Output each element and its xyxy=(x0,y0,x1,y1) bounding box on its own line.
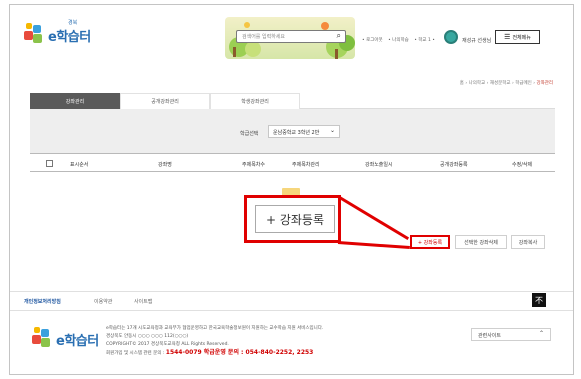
breadcrumb-myschool[interactable]: 나의학교 xyxy=(469,81,486,86)
sitemap-link[interactable]: 사이트맵 xyxy=(134,298,152,305)
footer-line-2: 경상북도 안동시 ○○○ ○○○ 112(○○○) xyxy=(106,334,189,339)
tab-public-course-management[interactable]: 공개강좌관리 xyxy=(120,93,210,109)
copy-course-button[interactable]: 강좌복사 xyxy=(511,235,545,249)
class-filter-panel: 학급선택 운남중학교 3학년 2반 ⌄ xyxy=(30,109,555,154)
breadcrumb-current: 강좌관리 xyxy=(536,81,553,86)
site-header: 경북 e학습터 검색어를 입력하세요 ⌕ • 로그아웃 • 나의학습 • 학교 … xyxy=(10,5,573,61)
breadcrumb: 홈 › 나의학교 › 재성분학교 › 학급메인 › 강좌관리 xyxy=(459,81,553,86)
page-frame: 경북 e학습터 검색어를 입력하세요 ⌕ • 로그아웃 • 나의학습 • 학교 … xyxy=(9,4,574,375)
course-table-header: 표시순서 강좌명 주제목차수 주제목차관리 강좌노출일시 공개강좌등록 수정/삭… xyxy=(30,156,555,172)
footer-line-3: COPYRIGHT© 2017 경상북도교육청 ALL Rights Reser… xyxy=(106,342,229,347)
col-display-order: 표시순서 xyxy=(70,162,89,168)
search-icon[interactable]: ⌕ xyxy=(337,31,341,41)
highlight-connector-line xyxy=(337,195,410,241)
contact-prefix: 회원가입 및 시스템 관련 문의 : xyxy=(106,351,166,356)
logo-text: e학습터 xyxy=(48,30,91,45)
footer-line-1: e학습터는 17개 시도교육청과 교육부가 협업운영하고 한국교육학술정보원이 … xyxy=(106,326,324,331)
user-name: 재성규 선생님 xyxy=(462,38,492,44)
col-course-name: 강좌명 xyxy=(158,162,172,168)
footer-logo-text: e학습터 xyxy=(56,334,99,349)
tab-student-course-management[interactable]: 학생강좌관리 xyxy=(210,93,300,109)
site-logo[interactable]: 경북 e학습터 xyxy=(24,19,99,47)
footer-contact: 회원가입 및 시스템 관련 문의 : 1544-0079 학급운영 문의 : 0… xyxy=(106,349,323,358)
contact-number-1: 1544-0079 학급운영 문의 : xyxy=(165,349,246,356)
col-topic-count: 주제목차수 xyxy=(242,162,266,168)
chevron-up-icon: ⌃ xyxy=(538,330,544,337)
site-footer: e학습터 e학습터는 17개 시도교육청과 교육부가 협업운영하고 한국교육학술… xyxy=(10,310,573,356)
top-links: • 로그아웃 • 나의학습 • 학교 1 • xyxy=(362,37,439,43)
logo-blocks-icon xyxy=(24,23,46,45)
footer-info: e학습터는 17개 시도교육청과 교육부가 협업운영하고 한국교육학술정보원이 … xyxy=(106,325,323,358)
highlight-connector-line xyxy=(337,241,410,250)
school-link[interactable]: • 학교 1 • xyxy=(414,38,435,43)
scroll-top-button[interactable]: 不 xyxy=(532,293,546,307)
all-menu-button[interactable]: ☰ 전체메뉴 xyxy=(495,30,540,44)
class-select-value: 운남중학교 3학년 2반 xyxy=(273,130,320,136)
hamburger-icon: ☰ xyxy=(504,33,511,41)
logo-region: 경북 xyxy=(68,20,78,26)
col-topic-management: 주제목차관리 xyxy=(292,162,320,168)
contact-number-2: 054-840-2252, 2253 xyxy=(245,349,314,356)
breadcrumb-school[interactable]: 재성분학교 xyxy=(490,81,511,86)
privacy-policy-link[interactable]: 개인정보처리방침 xyxy=(24,298,61,305)
footer-logo: e학습터 xyxy=(32,323,102,349)
register-course-button[interactable]: + 강좌등록 xyxy=(410,235,450,249)
col-edit-delete: 수정/삭제 xyxy=(512,162,533,168)
my-learning-link[interactable]: • 나의학습 xyxy=(388,38,409,43)
related-sites-select[interactable]: 관련사이트 ⌃ xyxy=(471,328,551,341)
select-all-checkbox[interactable] xyxy=(46,160,53,167)
class-select[interactable]: 운남중학교 3학년 2반 ⌄ xyxy=(268,125,340,138)
search-placeholder: 검색어를 입력하세요 xyxy=(242,34,285,40)
tab-bar: 강좌관리 공개강좌관리 학생강좌관리 xyxy=(30,93,555,109)
breadcrumb-home[interactable]: 홈 xyxy=(460,81,464,86)
search-input[interactable]: 검색어를 입력하세요 ⌕ xyxy=(236,30,346,43)
breadcrumb-class-main[interactable]: 학급메인 xyxy=(515,81,532,86)
delete-selected-course-button[interactable]: 선택한 강좌삭제 xyxy=(455,235,507,249)
tab-course-management[interactable]: 강좌관리 xyxy=(30,93,120,109)
col-course-exposure: 강좌노출일시 xyxy=(365,162,393,168)
terms-link[interactable]: 이용약관 xyxy=(94,298,112,305)
footer-links: 개인정보처리방침 이용약관 사이트맵 xyxy=(10,291,573,307)
chevron-down-icon: ⌄ xyxy=(329,127,335,134)
col-public-register: 공개강좌등록 xyxy=(440,162,468,168)
footer-logo-mark: e학습터 xyxy=(32,323,107,351)
all-menu-label: 전체메뉴 xyxy=(512,34,531,41)
related-sites-label: 관련사이트 xyxy=(478,333,502,339)
user-avatar-icon[interactable] xyxy=(444,30,458,44)
enlarged-register-button[interactable]: + 강좌등록 xyxy=(255,205,335,233)
class-select-label: 학급선택 xyxy=(240,131,259,137)
logo-blocks-icon xyxy=(32,327,54,349)
logout-link[interactable]: • 로그아웃 xyxy=(362,38,383,43)
